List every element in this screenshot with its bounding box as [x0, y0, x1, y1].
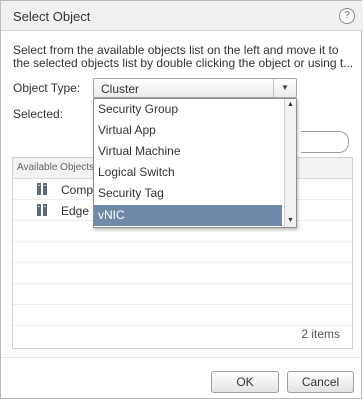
- footer-divider: [1, 357, 363, 358]
- dropdown-option[interactable]: Logical Switch: [94, 162, 282, 183]
- dropdown-option[interactable]: Virtual App: [94, 120, 282, 141]
- description: Select from the available objects list o…: [13, 44, 355, 70]
- dialog-title: Select Object: [13, 9, 91, 24]
- scroll-down-icon[interactable]: ▼: [285, 215, 296, 227]
- selected-label: Selected:: [13, 107, 64, 121]
- table-row: [13, 284, 352, 305]
- ok-button[interactable]: OK: [211, 371, 279, 393]
- description-line-2: the selected objects list by double clic…: [13, 56, 354, 70]
- table-row: [13, 242, 352, 263]
- dropdown-option[interactable]: Security Group: [94, 99, 282, 120]
- scroll-up-icon[interactable]: ▲: [285, 99, 296, 111]
- select-object-dialog: Select Object ? Select from the availabl…: [0, 0, 363, 399]
- cancel-button[interactable]: Cancel: [287, 371, 354, 393]
- object-type-select[interactable]: Cluster ▼: [93, 78, 297, 98]
- row-label: Comp: [61, 183, 94, 197]
- object-type-value: Cluster: [101, 82, 140, 96]
- available-objects-header: Available Objects: [17, 162, 95, 173]
- dropdown-option[interactable]: Virtual Machine: [94, 141, 282, 162]
- title-bar: Select Object ?: [1, 1, 363, 31]
- table-row: [13, 305, 352, 326]
- dropdown-scrollbar[interactable]: ▲ ▼: [284, 99, 296, 227]
- item-count: 2 items: [301, 327, 340, 341]
- object-type-dropdown-list: Security Group Virtual App Virtual Machi…: [93, 98, 297, 228]
- filter-input[interactable]: [301, 131, 349, 153]
- cluster-icon: [37, 204, 47, 216]
- help-icon[interactable]: ?: [339, 8, 355, 24]
- dropdown-option[interactable]: Security Tag: [94, 183, 282, 204]
- table-row: [13, 263, 352, 284]
- object-type-label: Object Type:: [13, 81, 81, 95]
- row-label: Edge: [61, 204, 90, 218]
- chevron-down-icon[interactable]: ▼: [273, 79, 296, 97]
- dropdown-option-highlighted[interactable]: vNIC: [94, 205, 282, 226]
- cluster-icon: [37, 183, 47, 195]
